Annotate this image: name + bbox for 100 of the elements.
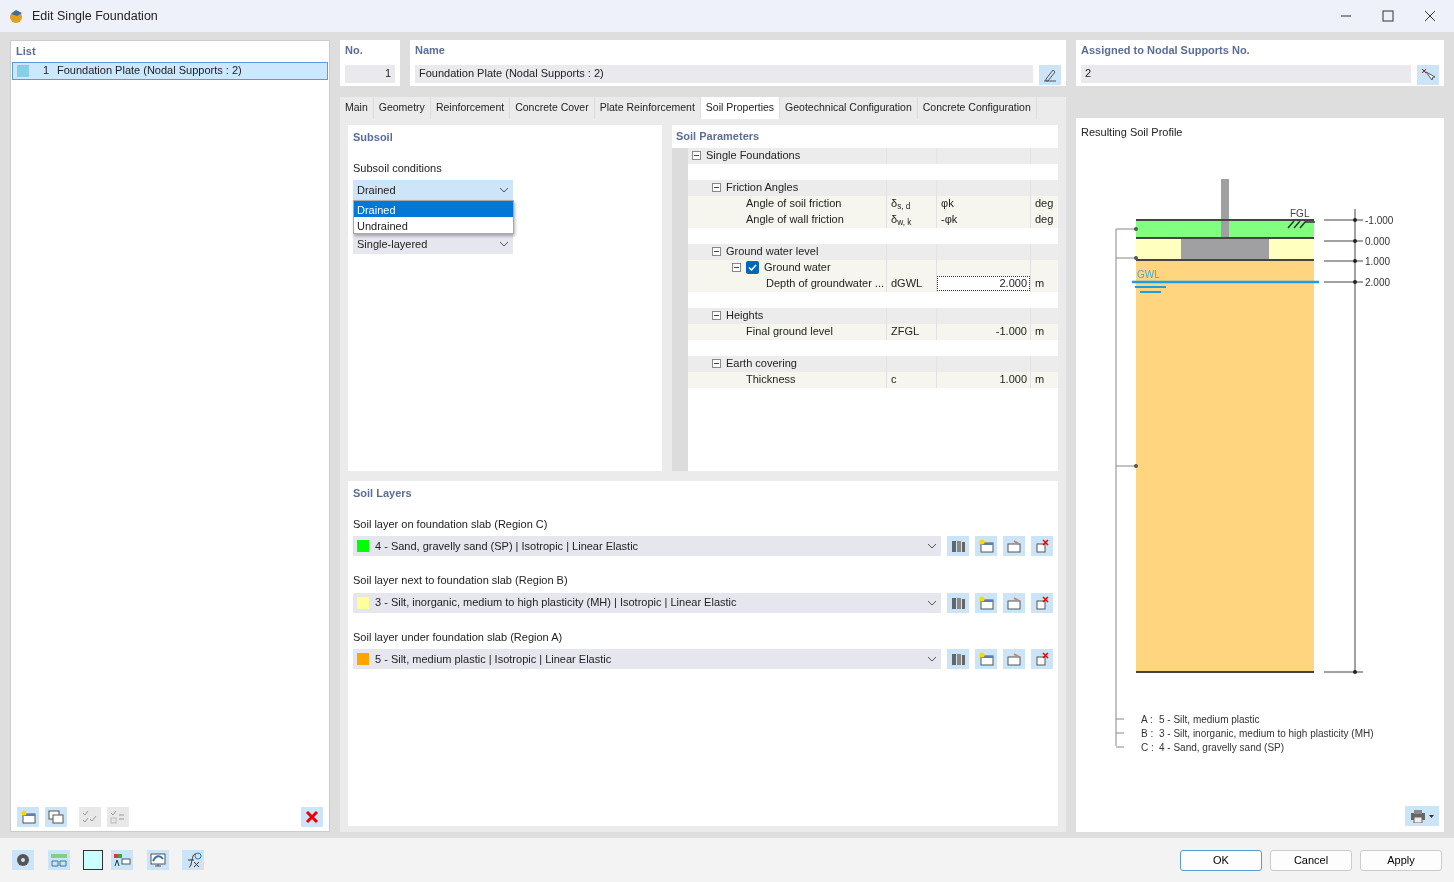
pick-icon[interactable]: [1417, 64, 1439, 85]
number-field[interactable]: 1: [345, 64, 395, 83]
display-settings-icon[interactable]: [111, 850, 133, 870]
edit-item-icon[interactable]: [1003, 536, 1025, 556]
collapse-icon[interactable]: [712, 359, 721, 368]
copy-item-icon[interactable]: [45, 807, 67, 827]
dropdown-option[interactable]: Drained: [354, 201, 513, 217]
new-item-icon[interactable]: [975, 649, 997, 669]
assigned-label: Assigned to Nodal Supports No.: [1081, 43, 1251, 58]
new-item-icon[interactable]: [975, 536, 997, 556]
dialog-button[interactable]: Apply: [1360, 849, 1442, 871]
unit-label: m: [1035, 324, 1045, 340]
gwl-label: GWL: [1137, 268, 1160, 280]
legend-region: B :: [1141, 727, 1154, 739]
delete-item-icon[interactable]: [1031, 536, 1053, 556]
delete-item-icon[interactable]: [1031, 592, 1053, 613]
edit-item-icon[interactable]: [1003, 649, 1025, 669]
legend-region: C :: [1141, 741, 1154, 753]
dropdown[interactable]: Single-layered: [353, 234, 513, 254]
invert-check-icon[interactable]: [106, 807, 129, 827]
formula-icon[interactable]: [182, 850, 204, 870]
print-icon[interactable]: [1405, 806, 1439, 826]
delete-item-icon[interactable]: [1031, 649, 1053, 669]
list-item[interactable]: 1 Foundation Plate (Nodal Supports : 2): [12, 61, 328, 80]
dialog-button[interactable]: Cancel: [1270, 849, 1352, 871]
field-label: Subsoil conditions: [353, 160, 443, 176]
dropdown[interactable]: 3 - Silt, inorganic, medium to high plasticity (MH) | Isotropic | Linear Elastic: [353, 592, 941, 613]
item-number: 1: [41, 63, 49, 79]
section-header: Soil Layers: [353, 486, 413, 501]
parameter-symbol: dGWL: [891, 276, 923, 292]
item-label: Foundation Plate (Nodal Supports : 2): [57, 63, 242, 79]
edit-icon[interactable]: [1039, 64, 1061, 85]
unit-label: deg: [1035, 196, 1054, 212]
tree-node-label: Earth covering: [726, 356, 797, 372]
parameter-value: -1.000: [995, 324, 1027, 340]
window-title: Edit Single Foundation: [32, 7, 158, 25]
parameter-label: Thickness: [746, 372, 796, 388]
tree-node-label: Ground water: [764, 260, 831, 276]
assigned-field[interactable]: 2: [1081, 64, 1411, 83]
parameter-symbol: δ$_{s, d}$: [891, 196, 911, 212]
tree-node-label: Ground water level: [726, 244, 819, 260]
parameter-label: Angle of wall friction: [746, 212, 844, 228]
value-field[interactable]: 2.000: [937, 276, 1030, 291]
monitor-icon[interactable]: [146, 850, 169, 870]
dialog-button[interactable]: OK: [1180, 849, 1262, 871]
collapse-icon[interactable]: [712, 247, 721, 256]
section-header: Subsoil: [353, 130, 394, 145]
tree-node-label: Heights: [726, 308, 764, 324]
edit-item-icon[interactable]: [1003, 592, 1025, 613]
list-header: List: [15, 44, 37, 59]
level-label: -1.000: [1365, 214, 1394, 226]
library-icon[interactable]: [947, 536, 969, 556]
close-icon[interactable]: [1424, 10, 1436, 22]
legend-text: 5 - Silt, medium plastic: [1159, 713, 1260, 725]
delete-icon[interactable]: [301, 807, 323, 827]
collapse-icon[interactable]: [692, 151, 701, 160]
parameter-symbol: ZFGL: [891, 324, 920, 340]
legend-text: 3 - Silt, inorganic, medium to high plasticity (MH): [1159, 727, 1374, 739]
panel-title: Resulting Soil Profile: [1081, 125, 1184, 140]
dropdown[interactable]: 4 - Sand, gravelly sand (SP) | Isotropic | Linear Elastic: [353, 536, 941, 556]
chevron-icon: [927, 543, 937, 549]
parameter-label: Depth of groundwater ...: [766, 276, 884, 292]
collapse-icon[interactable]: [712, 311, 721, 320]
section-header: Soil Parameters: [675, 129, 761, 144]
tab[interactable]: Soil Properties: [700, 97, 781, 119]
new-item-icon[interactable]: [975, 592, 997, 613]
color-swatch[interactable]: [83, 850, 103, 870]
chevron-icon: [499, 241, 509, 247]
tree-node-label: Friction Angles: [726, 180, 799, 196]
app-icon: [8, 8, 24, 24]
library-icon[interactable]: [947, 649, 969, 669]
legend-region: A :: [1141, 713, 1153, 725]
fgl-label: FGL: [1290, 207, 1310, 219]
water-level-icon: [1132, 280, 1319, 293]
dropdown[interactable]: 5 - Silt, medium plastic | Isotropic | Linear Elastic: [353, 649, 941, 669]
name-field[interactable]: Foundation Plate (Nodal Supports : 2): [415, 64, 1033, 83]
parameter-label: Final ground level: [746, 324, 833, 340]
check-all-icon[interactable]: [78, 807, 101, 827]
field-label: Soil layer on foundation slab (Region C): [353, 516, 549, 532]
chevron-icon: [499, 187, 509, 193]
field-label: Soil layer next to foundation slab (Region B): [353, 573, 569, 588]
unit-label: m: [1035, 372, 1045, 388]
maximize-icon[interactable]: [1382, 10, 1394, 22]
new-item-icon[interactable]: [17, 807, 39, 827]
library-icon[interactable]: [947, 592, 969, 613]
collapse-icon[interactable]: [712, 183, 721, 192]
chevron-icon: [927, 656, 937, 662]
level-label: 0.000: [1365, 235, 1391, 247]
chevron-icon: [927, 599, 937, 606]
field-label: Soil layer under foundation slab (Region A): [353, 629, 564, 645]
parameter-symbol: c: [891, 372, 897, 388]
dropdown-option[interactable]: Undrained: [354, 217, 513, 233]
parameter-value: -φk: [941, 212, 958, 228]
level-label: 2.000: [1365, 276, 1391, 288]
tree-node-label: Single Foundations: [706, 148, 801, 164]
dropdown[interactable]: Drained: [353, 180, 513, 200]
checkbox[interactable]: [746, 261, 759, 274]
collapse-icon[interactable]: [732, 263, 741, 272]
legend-text: 4 - Sand, gravelly sand (SP): [1159, 741, 1285, 753]
parameter-value: 1.000: [999, 372, 1027, 388]
